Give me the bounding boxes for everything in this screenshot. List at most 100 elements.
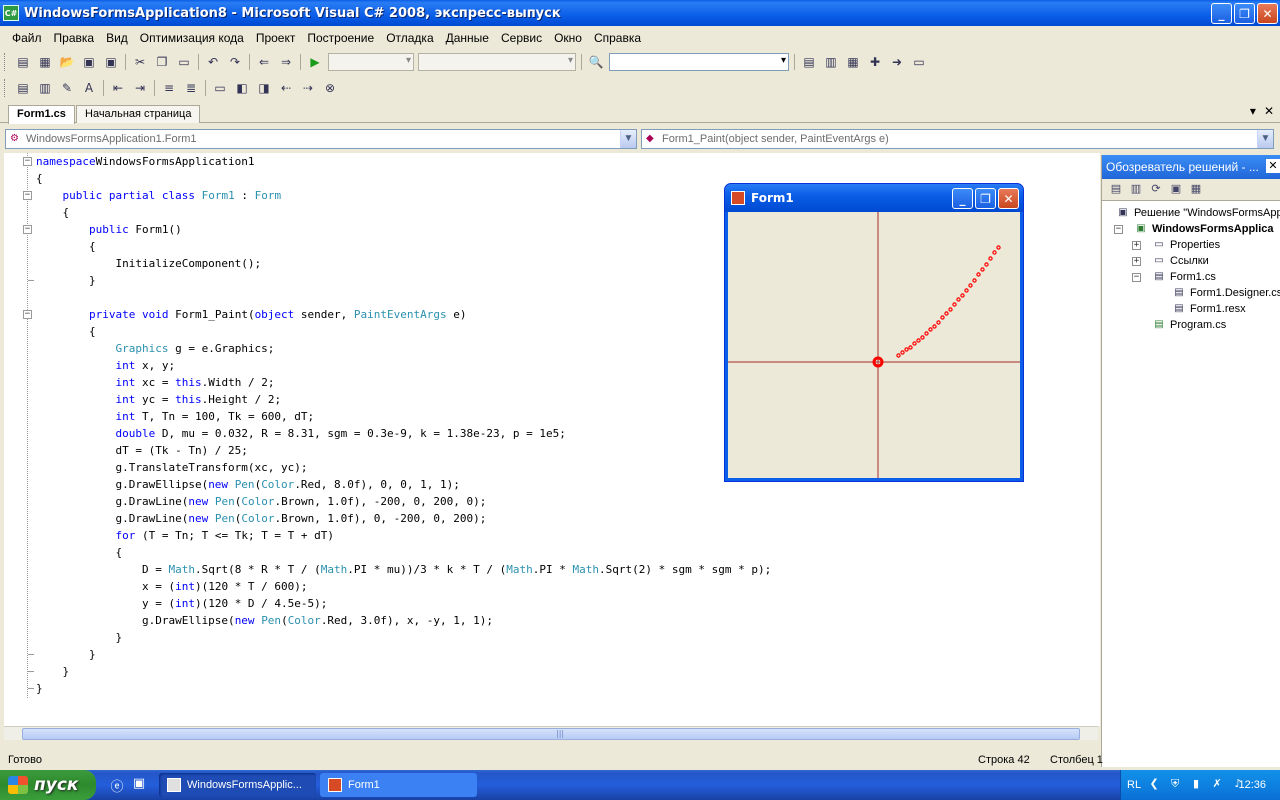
code-line[interactable]: dT = (Tk - Tn) / 25; bbox=[36, 442, 771, 459]
code-line[interactable]: } bbox=[36, 272, 771, 289]
code-line[interactable]: { bbox=[36, 238, 771, 255]
next-bookmark-folder-icon[interactable]: ⇢ bbox=[298, 79, 318, 97]
active-files-dropdown-icon[interactable]: ▾ bbox=[1250, 104, 1256, 118]
chevron-down-icon[interactable]: ▼ bbox=[1257, 130, 1273, 148]
csharp-app-icon[interactable]: C# bbox=[3, 5, 19, 21]
taskbar-item-visual-studio[interactable]: WindowsFormsApplic... bbox=[159, 773, 316, 797]
object-browser-icon[interactable]: ▦ bbox=[843, 53, 863, 71]
internet-explorer-icon[interactable]: ⓔ bbox=[108, 776, 126, 795]
new-project-icon[interactable]: ▤ bbox=[13, 53, 33, 71]
language-indicator[interactable]: RL bbox=[1127, 779, 1141, 791]
code-line[interactable]: y = (int)(120 * D / 4.5e-5); bbox=[36, 595, 771, 612]
code-line[interactable]: D = Math.Sqrt(8 * R * T / (Math.PI * mu)… bbox=[36, 561, 771, 578]
minimize-button[interactable]: _ bbox=[1211, 3, 1232, 24]
display-quick-info-icon[interactable]: ✎ bbox=[57, 79, 77, 97]
code-line[interactable]: for (T = Tn; T <= Tk; T = T + dT) bbox=[36, 527, 771, 544]
display-word-completion-icon[interactable]: A bbox=[79, 79, 99, 97]
menu-file[interactable]: Файл bbox=[6, 31, 48, 45]
tree-item-program-cs[interactable]: ▤ Program.cs bbox=[1152, 317, 1226, 333]
code-line[interactable]: int x, y; bbox=[36, 357, 771, 374]
navigate-back-icon[interactable]: ⇐ bbox=[254, 53, 274, 71]
code-line[interactable]: private void Form1_Paint(object sender, … bbox=[36, 306, 771, 323]
tree-item-references[interactable]: ▭ Ссылки bbox=[1152, 253, 1208, 269]
types-combo[interactable]: ⚙ WindowsFormsApplication1.Form1 ▼ bbox=[5, 129, 637, 149]
solution-platform-combo[interactable] bbox=[418, 53, 576, 71]
open-file-icon[interactable]: 📂 bbox=[57, 53, 77, 71]
collapse-icon[interactable]: − bbox=[1114, 225, 1123, 234]
redo-icon[interactable]: ↷ bbox=[225, 53, 245, 71]
tree-item-form1-resx[interactable]: ▤ Form1.resx bbox=[1172, 301, 1245, 317]
tree-item-properties[interactable]: ▭ Properties bbox=[1152, 237, 1220, 253]
code-line[interactable]: } bbox=[36, 646, 771, 663]
maximize-button[interactable]: ❐ bbox=[1234, 3, 1255, 24]
menu-debug[interactable]: Отладка bbox=[380, 31, 439, 45]
save-icon[interactable]: ▣ bbox=[79, 53, 99, 71]
visual-studio-quicklaunch-icon[interactable]: ▣ bbox=[130, 776, 148, 794]
menu-refactor[interactable]: Оптимизация кода bbox=[134, 31, 250, 45]
code-line[interactable]: InitializeComponent(); bbox=[36, 255, 771, 272]
toolbox-icon[interactable]: ✚ bbox=[865, 53, 885, 71]
chevron-down-icon[interactable]: ▼ bbox=[620, 130, 636, 148]
menu-view[interactable]: Вид bbox=[100, 31, 134, 45]
previous-bookmark-icon[interactable]: ◧ bbox=[232, 79, 252, 97]
uncomment-icon[interactable]: ≣ bbox=[181, 79, 201, 97]
toolbar-grip[interactable] bbox=[4, 53, 8, 71]
code-line[interactable]: } bbox=[36, 629, 771, 646]
code-line[interactable]: public partial class Form1 : Form bbox=[36, 187, 771, 204]
form1-close-button[interactable]: ✕ bbox=[998, 188, 1019, 209]
start-button[interactable]: пуск bbox=[0, 770, 96, 800]
code-line[interactable]: int xc = this.Width / 2; bbox=[36, 374, 771, 391]
security-shield-icon[interactable]: ⛨ bbox=[1167, 777, 1183, 793]
code-line[interactable]: } bbox=[36, 680, 771, 697]
toolbar-grip[interactable] bbox=[4, 79, 8, 97]
save-all-icon[interactable]: ▣ bbox=[101, 53, 121, 71]
code-line[interactable]: x = (int)(120 * T / 600); bbox=[36, 578, 771, 595]
collapse-icon[interactable]: − bbox=[1132, 273, 1141, 282]
code-line[interactable]: public Form1() bbox=[36, 221, 771, 238]
tree-item-form1-cs[interactable]: ▤ Form1.cs bbox=[1152, 269, 1216, 285]
code-line[interactable]: g.DrawLine(new Pen(Color.Brown, 1.0f), 0… bbox=[36, 510, 771, 527]
form1-window[interactable]: Form1 _ ❐ ✕ bbox=[678, 162, 1078, 562]
collapse-method-icon[interactable]: − bbox=[23, 310, 32, 319]
code-line[interactable] bbox=[36, 289, 771, 306]
add-item-icon[interactable]: ▦ bbox=[35, 53, 55, 71]
code-line[interactable]: namespaceWindowsFormsApplication1 bbox=[36, 153, 771, 170]
comment-out-icon[interactable]: ≡ bbox=[159, 79, 179, 97]
taskbar-item-form1[interactable]: Form1 bbox=[320, 773, 477, 797]
collapse-namespace-icon[interactable]: − bbox=[23, 157, 32, 166]
menu-build[interactable]: Построение bbox=[301, 31, 380, 45]
start-page-icon[interactable]: ➜ bbox=[887, 53, 907, 71]
code-line[interactable]: g.DrawLine(new Pen(Color.Brown, 1.0f), -… bbox=[36, 493, 771, 510]
show-all-files-icon[interactable]: ▥ bbox=[1126, 182, 1146, 198]
form1-minimize-button[interactable]: _ bbox=[952, 188, 973, 209]
refresh-icon[interactable]: ⟳ bbox=[1146, 182, 1166, 198]
close-document-icon[interactable]: ✕ bbox=[1264, 104, 1274, 118]
start-debugging-icon[interactable]: ▶ bbox=[305, 53, 325, 71]
properties-window-icon[interactable]: ▥ bbox=[821, 53, 841, 71]
menu-window[interactable]: Окно bbox=[548, 31, 588, 45]
next-bookmark-icon[interactable]: ◨ bbox=[254, 79, 274, 97]
code-line[interactable]: Graphics g = e.Graphics; bbox=[36, 340, 771, 357]
tree-item-form1-designer[interactable]: ▤ Form1.Designer.cs bbox=[1172, 285, 1280, 301]
menu-data[interactable]: Данные bbox=[440, 31, 495, 45]
solution-configuration-combo[interactable] bbox=[328, 53, 414, 71]
properties-icon[interactable]: ▤ bbox=[1106, 182, 1126, 198]
display-parameter-info-icon[interactable]: ▥ bbox=[35, 79, 55, 97]
form-icon[interactable] bbox=[731, 191, 745, 205]
copy-icon[interactable]: ❐ bbox=[152, 53, 172, 71]
undo-icon[interactable]: ↶ bbox=[203, 53, 223, 71]
horizontal-scrollbar[interactable]: ||| bbox=[4, 726, 1098, 740]
tab-start-page[interactable]: Начальная страница bbox=[76, 105, 201, 123]
code-line[interactable]: g.DrawEllipse(new Pen(Color.Red, 3.0f), … bbox=[36, 612, 771, 629]
tree-item-project[interactable]: ▣ WindowsFormsApplica bbox=[1134, 221, 1273, 237]
close-button[interactable]: ✕ bbox=[1257, 3, 1278, 24]
navigate-forward-icon[interactable]: ⇒ bbox=[276, 53, 296, 71]
tree-item-solution[interactable]: ▣ Решение "WindowsFormsAppl bbox=[1116, 205, 1280, 221]
view-designer-icon[interactable]: ▦ bbox=[1186, 182, 1206, 198]
show-hidden-icons-icon[interactable]: ❮ bbox=[1146, 777, 1162, 793]
network-signal-icon[interactable]: ▮ bbox=[1188, 777, 1204, 793]
code-line[interactable]: } bbox=[36, 663, 771, 680]
view-code-icon[interactable]: ▣ bbox=[1166, 182, 1186, 198]
form1-maximize-button[interactable]: ❐ bbox=[975, 188, 996, 209]
paste-icon[interactable]: ▭ bbox=[174, 53, 194, 71]
